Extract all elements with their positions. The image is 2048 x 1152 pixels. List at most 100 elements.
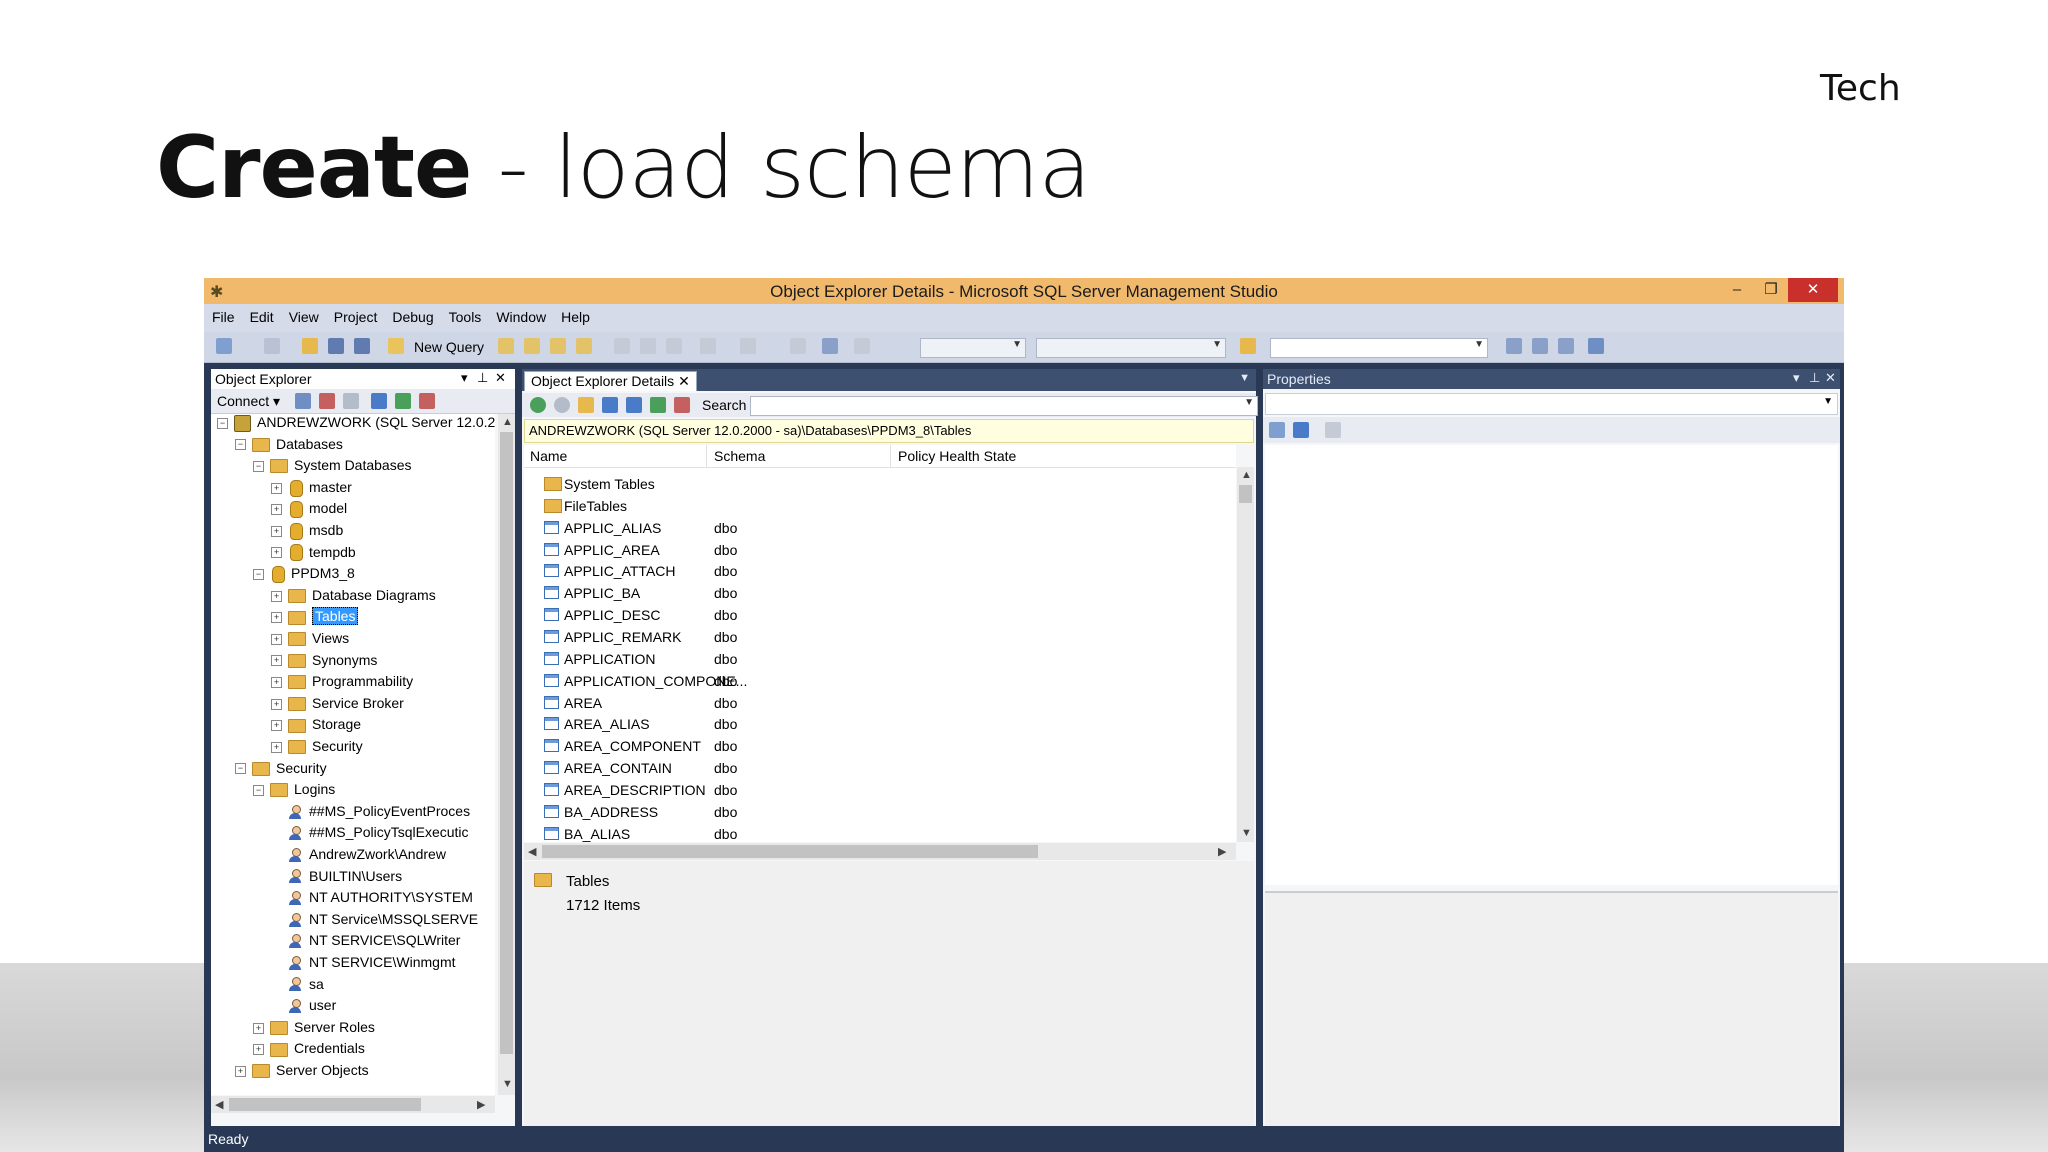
navigate-icon[interactable] [790,338,806,354]
collapse-icon[interactable]: − [253,460,264,472]
activity-monitor-icon[interactable] [419,393,435,409]
db-engine-query-icon[interactable] [498,338,514,354]
tree-node[interactable]: − ANDREWZWORK (SQL Server 12.0.2( [217,414,495,434]
tree-node[interactable]: − PPDM3_8 [253,565,355,585]
tree-node[interactable]: NT SERVICE\SQLWriter [271,932,460,952]
find-combo[interactable]: ▼ [1270,338,1488,358]
collapse-icon[interactable]: − [253,568,264,580]
table-row[interactable]: APPLIC_ATTACH dbo [524,560,1236,582]
tree-node-label[interactable]: sa [309,976,324,992]
expand-icon[interactable]: + [271,720,282,732]
tree-node-label[interactable]: NT Service\MSSQLSERVE [309,911,478,927]
connect-button[interactable]: Connect ▾ [217,393,280,410]
tree-node[interactable]: + model [271,500,347,520]
redo-icon[interactable] [740,338,756,354]
expand-icon[interactable]: + [271,612,282,624]
menu-help[interactable]: Help [553,304,597,325]
tree-node[interactable]: + Service Broker [271,695,404,715]
grid-scroll-right-icon[interactable]: ▶ [1218,845,1226,858]
window-position-icon[interactable]: ▾ [1793,370,1800,386]
disconnect-icon[interactable] [319,393,335,409]
analysis-query-icon[interactable] [524,338,540,354]
tree-node-label[interactable]: System Databases [294,457,412,473]
tree-node[interactable]: + master [271,479,352,499]
menu-view[interactable]: View [281,304,326,325]
tree-scroll-thumb[interactable] [500,432,513,1054]
tree-node[interactable]: user [271,997,336,1017]
tree-node[interactable]: + msdb [271,522,343,542]
new-project-icon[interactable] [216,338,232,354]
tree-node-label[interactable]: AndrewZwork\Andrew [309,846,446,862]
scroll-down-icon[interactable]: ▼ [502,1078,513,1090]
tree-node-label[interactable]: ANDREWZWORK (SQL Server 12.0.2( [257,414,495,430]
tree-node[interactable]: NT AUTHORITY\SYSTEM [271,889,473,909]
tree-node-label[interactable]: Views [312,630,349,646]
search-input[interactable]: ▼ [750,396,1258,416]
scroll-up-icon[interactable]: ▲ [502,416,513,428]
table-row[interactable]: AREA_COMPONENT dbo [524,735,1236,757]
tab-overflow-icon[interactable]: ▼ [1239,372,1250,384]
filter-icon[interactable] [626,397,642,413]
close-panel-icon[interactable]: ✕ [1825,370,1836,386]
collapse-icon[interactable]: − [235,763,246,775]
tree-node-label[interactable]: user [309,997,336,1013]
new-query-button[interactable]: New Query [414,339,484,355]
toolbox-icon[interactable] [1558,338,1574,354]
tree-node-label[interactable]: NT SERVICE\Winmgmt [309,954,456,970]
menu-project[interactable]: Project [326,304,385,325]
menu-tools[interactable]: Tools [441,304,489,325]
expand-icon[interactable]: + [271,547,282,559]
refresh-icon[interactable] [650,397,666,413]
pin-icon[interactable]: ⊥ [477,370,488,386]
table-row[interactable]: APPLICATION_COMPONE... dbo [524,670,1236,692]
window-position-icon[interactable]: ▾ [461,370,468,386]
tree-node-label[interactable]: Logins [294,781,335,797]
grid-scroll-up-icon[interactable]: ▲ [1241,469,1252,481]
tree-node[interactable]: + Tables [271,607,359,628]
table-row[interactable]: AREA_ALIAS dbo [524,713,1236,735]
cut-icon[interactable] [614,338,630,354]
minimize-button[interactable]: – [1720,278,1754,302]
tree-node[interactable]: + Server Objects [235,1062,369,1082]
scroll-right-icon[interactable]: ▶ [477,1098,485,1111]
collapse-icon[interactable]: − [217,417,228,429]
property-pages-icon[interactable] [1325,422,1341,438]
grid-hscroll-thumb[interactable] [542,845,1038,858]
tree-node[interactable]: ##MS_PolicyTsqlExecutic [271,824,469,844]
stop-icon[interactable] [343,393,359,409]
tree-node-label[interactable]: ##MS_PolicyTsqlExecutic [309,824,469,840]
configuration-combo[interactable]: ▼ [920,338,1026,358]
table-row[interactable]: APPLICATION dbo [524,648,1236,670]
tree-node[interactable]: AndrewZwork\Andrew [271,846,446,866]
save-all-icon[interactable] [354,338,370,354]
find-in-files-icon[interactable] [1240,338,1256,354]
connect-icon[interactable] [295,393,311,409]
table-row[interactable]: APPLIC_BA dbo [524,582,1236,604]
pin-icon[interactable]: ⊥ [1809,370,1820,386]
expand-icon[interactable]: + [271,655,282,667]
tree-node[interactable]: − Logins [253,781,335,801]
tree-node-label[interactable]: Tables [312,607,359,626]
menu-file[interactable]: File [204,304,242,325]
tree-node-label[interactable]: Storage [312,716,361,732]
column-name[interactable]: Name [530,448,567,464]
back-icon[interactable] [530,397,546,413]
tree-vertical-scrollbar[interactable]: ▲ ▼ [498,414,515,1095]
table-row[interactable]: BA_ALIAS dbo [524,823,1236,842]
menu-debug[interactable]: Debug [384,304,440,325]
tree-node[interactable]: + Programmability [271,673,413,693]
table-row[interactable]: BA_ADDRESS dbo [524,801,1236,823]
grid-scroll-thumb[interactable] [1239,485,1252,503]
tree-node-label[interactable]: Security [276,760,327,776]
column-schema[interactable]: Schema [714,448,765,464]
grid-horizontal-scrollbar[interactable]: ◀ ▶ [524,843,1236,860]
grid-vertical-scrollbar[interactable]: ▲ ▼ [1237,467,1254,842]
tree-node[interactable]: + Storage [271,716,361,736]
activity-monitor-icon[interactable] [822,338,838,354]
tree-node[interactable]: + Server Roles [253,1019,375,1039]
tree-node-label[interactable]: Server Objects [276,1062,369,1078]
sync-icon[interactable] [602,397,618,413]
expand-icon[interactable]: + [235,1065,246,1077]
table-row[interactable]: APPLIC_ALIAS dbo [524,517,1236,539]
tree-node[interactable]: NT SERVICE\Winmgmt [271,954,456,974]
